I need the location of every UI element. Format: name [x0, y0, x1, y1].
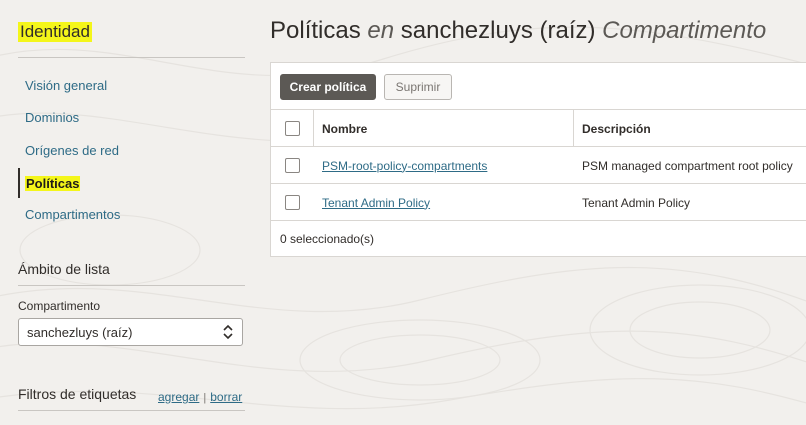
page-title: Políticas en sanchezluys (raíz) Comparti…	[270, 17, 766, 45]
sidebar-item-domains[interactable]: Dominios	[25, 110, 79, 126]
clear-tag-filter-link[interactable]: borrar	[210, 390, 242, 404]
column-header-name[interactable]: Nombre	[322, 110, 367, 147]
sidebar-item-policies[interactable]: Políticas	[25, 176, 81, 192]
policy-description: Tenant Admin Policy	[582, 195, 691, 210]
tag-filter-actions: agregar | borrar	[158, 390, 242, 404]
title-text: Políticas	[270, 17, 361, 44]
sidebar-item-label: Políticas	[25, 176, 81, 191]
policy-name-cell: PSM-root-policy-compartments	[322, 147, 487, 184]
sidebar-title: Identidad	[18, 22, 92, 42]
policy-name-link[interactable]: Tenant Admin Policy	[322, 196, 430, 210]
compartment-select[interactable]: sanchezluys (raíz)	[18, 318, 243, 346]
table-row: Tenant Admin Policy Tenant Admin Policy	[271, 183, 806, 221]
tag-filters-label: Filtros de etiquetas	[18, 386, 137, 402]
table-row: PSM-root-policy-compartments PSM managed…	[271, 146, 806, 184]
divider	[18, 410, 245, 411]
separator: |	[203, 392, 207, 404]
sidebar-item-overview[interactable]: Visión general	[25, 78, 107, 94]
add-tag-filter-link[interactable]: agregar	[158, 390, 199, 404]
policies-panel: Crear política Suprimir Nombre Descripci…	[270, 62, 806, 257]
selection-status: 0 seleccionado(s)	[280, 232, 375, 246]
compartment-value: sanchezluys (raíz)	[27, 324, 133, 340]
title-scope: sanchezluys (raíz)	[400, 17, 596, 44]
column-header-description[interactable]: Descripción	[582, 110, 651, 147]
column-divider	[313, 110, 314, 147]
divider	[18, 285, 245, 286]
select-all-cell	[271, 110, 313, 147]
active-indicator	[18, 168, 20, 198]
sidebar-item-compartments[interactable]: Compartimentos	[25, 207, 120, 223]
chevron-up-down-icon	[223, 324, 233, 340]
compartment-label: Compartimento	[18, 299, 101, 313]
policy-name-cell: Tenant Admin Policy	[322, 184, 430, 221]
select-all-checkbox[interactable]	[284, 121, 300, 136]
row-checkbox[interactable]	[284, 195, 300, 210]
column-divider	[573, 110, 574, 147]
row-select-cell	[271, 147, 313, 184]
table-bottom-border	[271, 220, 806, 222]
table-header-row: Nombre Descripción	[271, 109, 806, 147]
row-checkbox[interactable]	[284, 158, 300, 173]
title-suffix: Compartimento	[602, 17, 767, 44]
divider	[18, 57, 245, 58]
policy-description: PSM managed compartment root policy	[582, 158, 793, 173]
list-scope-heading: Ámbito de lista	[18, 261, 110, 277]
sidebar-item-network-sources[interactable]: Orígenes de red	[25, 143, 119, 159]
create-policy-button[interactable]: Crear política	[280, 74, 376, 100]
row-select-cell	[271, 184, 313, 221]
delete-button[interactable]: Suprimir	[384, 74, 452, 100]
policy-name-link[interactable]: PSM-root-policy-compartments	[322, 159, 487, 173]
title-connector: en	[367, 17, 395, 44]
